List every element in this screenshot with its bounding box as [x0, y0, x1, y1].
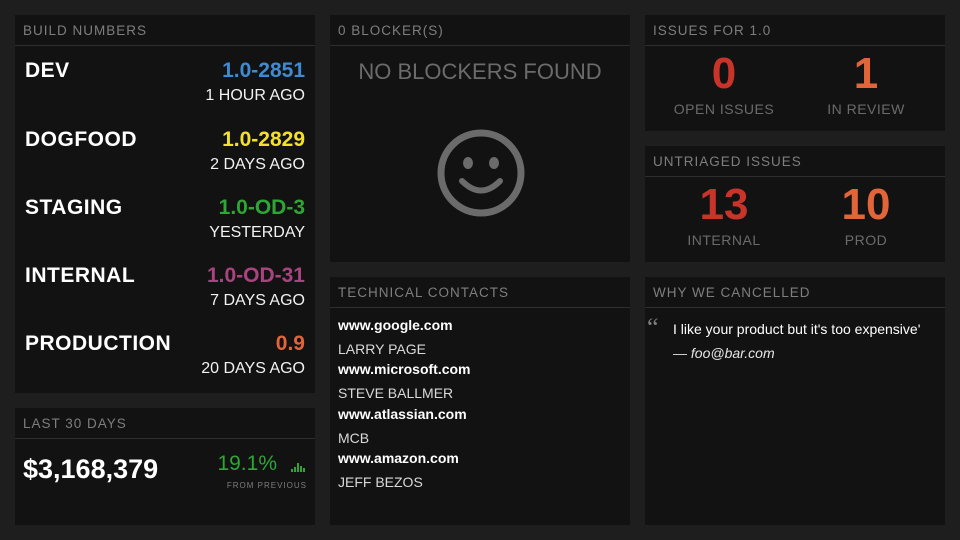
- build-version: 1.0-OD-3: [218, 196, 305, 219]
- no-blockers-message: NO BLOCKERS FOUND: [358, 59, 602, 84]
- last-30-days-panel: LAST 30 DAYS $3,168,379 19.1% FROM PREVI…: [15, 408, 315, 525]
- env-label: PRODUCTION: [25, 332, 172, 355]
- build-version: 1.0-OD-31: [206, 264, 305, 287]
- panel-title: UNTRIAGED ISSUES: [645, 146, 945, 177]
- build-age: 1 HOUR AGO: [205, 87, 305, 104]
- change-percent: 19.1%: [217, 452, 277, 475]
- contact-site: www.atlassian.com: [338, 406, 467, 422]
- panel-title: 0 BLOCKER(S): [330, 15, 630, 46]
- change-caption: FROM PREVIOUS: [226, 481, 307, 490]
- contact-item: www.google.com LARRY PAGE: [338, 317, 453, 357]
- contact-item: www.microsoft.com STEVE BALLMER: [338, 361, 471, 401]
- env-label: STAGING: [25, 196, 123, 219]
- contact-name: JEFF BEZOS: [338, 474, 423, 490]
- quote-author: — foo@bar.com: [673, 345, 775, 361]
- build-numbers-panel: BUILD NUMBERS DEV 1.0-2851 1 HOUR AGO DO…: [15, 15, 315, 393]
- prod-count: 10: [841, 180, 891, 229]
- build-version: 0.9: [275, 332, 305, 355]
- panel-title: BUILD NUMBERS: [15, 15, 315, 46]
- bar-trend-icon: [291, 463, 305, 472]
- contact-name: MCB: [338, 430, 370, 446]
- open-issues-count: 0: [711, 49, 737, 98]
- build-version: 1.0-2851: [222, 59, 305, 82]
- contact-site: www.microsoft.com: [338, 361, 471, 377]
- contact-site: www.google.com: [338, 317, 453, 333]
- open-issues-stat: 0 OPEN ISSUES: [654, 49, 794, 117]
- technical-contacts-panel: TECHNICAL CONTACTS www.google.com LARRY …: [330, 277, 630, 525]
- panel-title: TECHNICAL CONTACTS: [330, 277, 630, 308]
- panel-title: ISSUES FOR 1.0: [645, 15, 945, 46]
- build-age: 20 DAYS AGO: [201, 360, 305, 377]
- env-label: INTERNAL: [25, 264, 136, 287]
- blockers-panel: 0 BLOCKER(S) NO BLOCKERS FOUND: [330, 15, 630, 262]
- build-version: 1.0-2829: [222, 128, 305, 151]
- internal-label: INTERNAL: [687, 232, 761, 248]
- contact-name: LARRY PAGE: [338, 341, 426, 357]
- contact-item: www.amazon.com JEFF BEZOS: [338, 450, 459, 490]
- in-review-label: IN REVIEW: [827, 101, 905, 117]
- contact-name: STEVE BALLMER: [338, 385, 454, 401]
- in-review-stat: 1 IN REVIEW: [796, 49, 936, 117]
- prod-stat: 10 PROD: [796, 180, 936, 248]
- env-label: DOGFOOD: [25, 128, 137, 151]
- internal-count: 13: [699, 180, 749, 229]
- open-issues-label: OPEN ISSUES: [673, 101, 775, 117]
- prod-label: PROD: [844, 232, 888, 248]
- build-age: YESTERDAY: [209, 224, 305, 241]
- env-label: DEV: [25, 59, 70, 82]
- panel-title: WHY WE CANCELLED: [645, 277, 945, 308]
- untriaged-issues-panel: UNTRIAGED ISSUES 13 INTERNAL 10 PROD: [645, 146, 945, 262]
- build-age: 2 DAYS AGO: [210, 156, 305, 173]
- contact-item: www.atlassian.com MCB: [338, 406, 467, 446]
- issues-panel: ISSUES FOR 1.0 0 OPEN ISSUES 1 IN REVIEW: [645, 15, 945, 131]
- why-we-cancelled-panel: WHY WE CANCELLED “ I like your product b…: [645, 277, 945, 525]
- contact-site: www.amazon.com: [338, 450, 459, 466]
- build-age: 7 DAYS AGO: [210, 292, 305, 309]
- revenue-amount: $3,168,379: [23, 454, 159, 484]
- smiley-icon: [437, 129, 525, 217]
- internal-stat: 13 INTERNAL: [654, 180, 794, 248]
- in-review-count: 1: [853, 49, 879, 98]
- quote-text: I like your product but it's too expensi…: [673, 321, 921, 337]
- panel-title: LAST 30 DAYS: [15, 408, 315, 439]
- quote-mark-icon: “: [647, 313, 659, 342]
